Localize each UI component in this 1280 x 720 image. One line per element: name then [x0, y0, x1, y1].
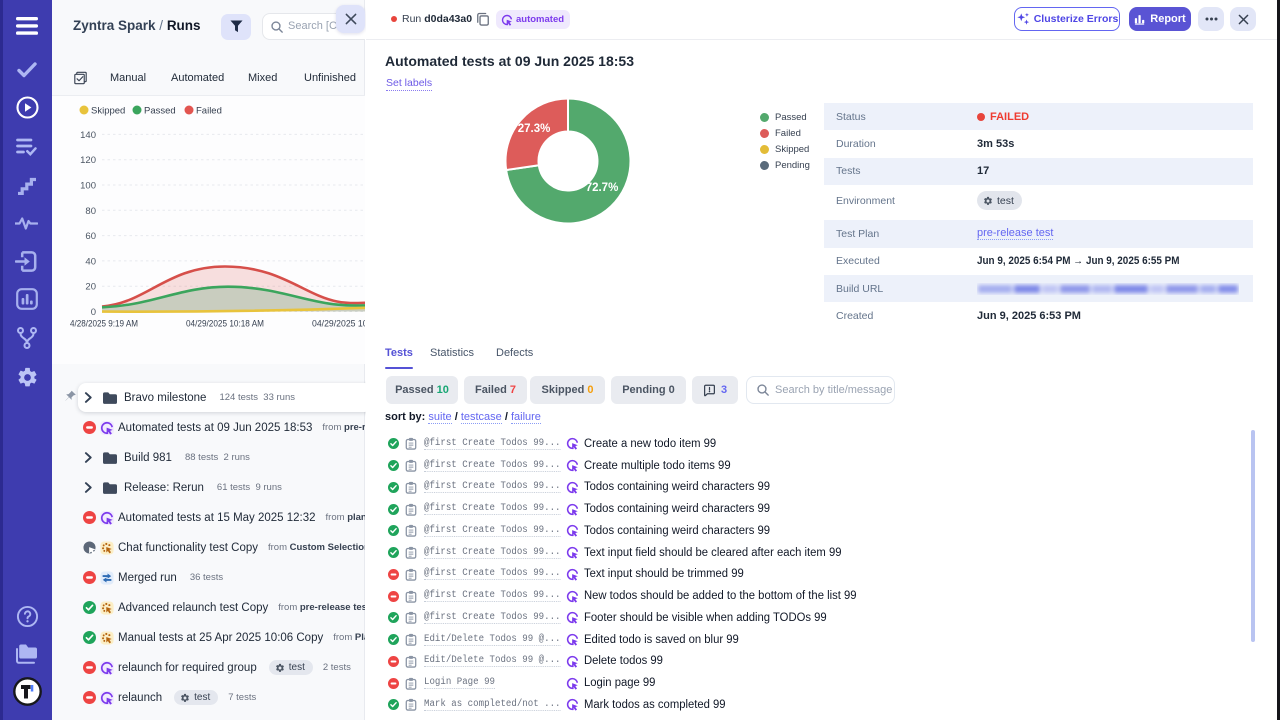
svg-text:0: 0 [91, 307, 96, 318]
svg-text:120: 120 [80, 155, 96, 166]
svg-text:04/29/2025 10:18 AM: 04/29/2025 10:18 AM [186, 319, 264, 330]
svg-text:4/28/2025 9:19 AM: 4/28/2025 9:19 AM [70, 319, 138, 330]
svg-text:60: 60 [85, 231, 96, 242]
svg-text:72.7%: 72.7% [586, 182, 619, 194]
svg-text:Skipped: Skipped [91, 106, 125, 117]
svg-text:04/29/2025 10:: 04/29/2025 10: [312, 319, 365, 330]
svg-text:27.3%: 27.3% [518, 123, 551, 135]
svg-text:20: 20 [85, 282, 96, 293]
svg-text:Failed: Failed [196, 106, 222, 117]
svg-text:80: 80 [85, 206, 96, 217]
svg-text:Passed: Passed [144, 106, 176, 117]
svg-text:100: 100 [80, 181, 96, 192]
svg-text:140: 140 [80, 130, 96, 141]
svg-text:40: 40 [85, 256, 96, 267]
